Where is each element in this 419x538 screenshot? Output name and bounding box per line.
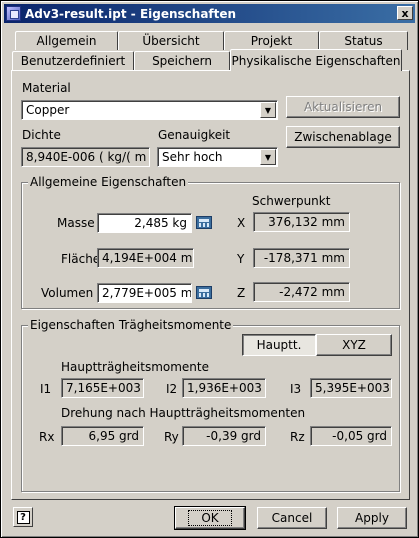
general-properties-title: Allgemeine Eigenschaften xyxy=(28,175,189,189)
calculator-icon[interactable] xyxy=(196,216,212,229)
centroid-title: Schwerpunkt xyxy=(252,194,331,208)
z-field: -2,472 mm xyxy=(253,282,350,302)
inventor-part-icon xyxy=(6,6,21,21)
rx-label: Rx xyxy=(39,430,55,444)
mass-label: Masse xyxy=(57,216,95,230)
tab-label: Benutzerdefiniert xyxy=(20,54,126,68)
tab-label: Übersicht xyxy=(142,34,200,48)
chevron-down-icon[interactable]: ▼ xyxy=(260,102,276,118)
rz-label: Rz xyxy=(290,430,305,444)
accuracy-value: Sehr hoch xyxy=(162,150,223,164)
mass-field[interactable]: 2,485 kg xyxy=(97,213,192,233)
area-field: 4,194E+004 mr xyxy=(97,248,194,268)
close-button[interactable]: x xyxy=(397,6,413,20)
tab-label: Speichern xyxy=(152,54,212,68)
xyz-mode-button[interactable]: XYZ xyxy=(316,334,392,356)
title-bar[interactable]: Adv3-result.ipt - Eigenschaften x xyxy=(4,4,415,23)
tab-projekt[interactable]: Projekt xyxy=(224,31,319,50)
principal-moments-title: Hauptträgheitsmomente xyxy=(61,360,209,374)
window-title: Adv3-result.ipt - Eigenschaften xyxy=(25,6,237,21)
tab-label: Allgemein xyxy=(36,34,97,48)
volume-field[interactable]: 2,779E+005 mr xyxy=(97,283,192,303)
area-label: Fläche xyxy=(61,252,101,266)
principal-mode-button[interactable]: Hauptt. xyxy=(242,334,316,356)
clipboard-button[interactable]: Zwischenablage xyxy=(286,126,400,148)
i3-field: 5,395E+003 xyxy=(310,378,392,398)
density-label: Dichte xyxy=(22,128,61,142)
tab-physikalische-eigenschaften[interactable]: Physikalische Eigenschaften xyxy=(230,49,402,71)
tab-speichern[interactable]: Speichern xyxy=(134,51,230,70)
apply-button[interactable]: Apply xyxy=(337,507,407,529)
i1-field: 7,165E+003 xyxy=(61,378,144,398)
rotation-title: Drehung nach Hauptträgheitsmomenten xyxy=(61,406,306,420)
inertia-title: Eigenschaften Trägheitsmomente xyxy=(28,318,234,332)
y-field: -178,371 mm xyxy=(253,248,350,268)
ry-field: -0,39 grd xyxy=(182,426,266,446)
ok-label: OK xyxy=(188,510,232,526)
tab-label: Status xyxy=(344,34,383,48)
material-value: Copper xyxy=(26,103,70,117)
tab-allgemein[interactable]: Allgemein xyxy=(15,31,118,50)
tab-label: Physikalische Eigenschaften xyxy=(231,53,401,68)
accuracy-label: Genauigkeit xyxy=(158,128,231,142)
rz-field: -0,05 grd xyxy=(310,426,392,446)
density-field: 8,940E-006 ( kg/( m xyxy=(21,147,150,167)
i2-field: 1,936E+003 xyxy=(182,378,266,398)
help-icon: ? xyxy=(16,510,30,524)
y-label: Y xyxy=(237,252,245,266)
ry-label: Ry xyxy=(164,430,179,444)
tab-status[interactable]: Status xyxy=(319,31,408,50)
tab-benutzerdefiniert[interactable]: Benutzerdefiniert xyxy=(12,51,134,70)
calculator-icon[interactable] xyxy=(196,286,212,299)
update-button[interactable]: Aktualisieren xyxy=(286,96,400,118)
chevron-down-icon[interactable]: ▼ xyxy=(260,149,276,165)
i1-label: I1 xyxy=(40,382,52,396)
x-label: X xyxy=(237,216,246,230)
volume-label: Volumen xyxy=(41,286,94,300)
accuracy-dropdown[interactable]: Sehr hoch ▼ xyxy=(157,147,278,167)
ok-button[interactable]: OK xyxy=(174,506,246,530)
tab-uebersicht[interactable]: Übersicht xyxy=(118,31,224,50)
material-label: Material xyxy=(22,81,71,95)
i2-label: I2 xyxy=(166,382,178,396)
material-dropdown[interactable]: Copper ▼ xyxy=(21,100,278,120)
x-field: 376,132 mm xyxy=(253,212,350,232)
properties-dialog: Adv3-result.ipt - Eigenschaften x Allgem… xyxy=(0,0,419,538)
i3-label: I3 xyxy=(290,382,302,396)
cancel-button[interactable]: Cancel xyxy=(257,507,327,529)
rx-field: 6,95 grd xyxy=(61,426,144,446)
tab-label: Projekt xyxy=(250,34,293,48)
help-button[interactable]: ? xyxy=(13,507,33,527)
z-label: Z xyxy=(237,286,246,300)
